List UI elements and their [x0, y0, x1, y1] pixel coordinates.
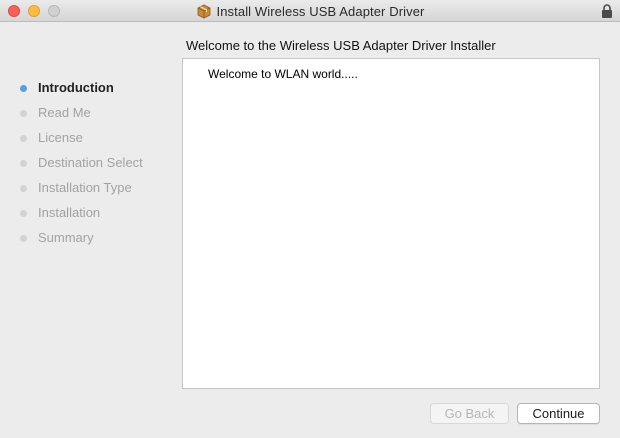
lock-icon[interactable] [601, 4, 613, 18]
step-introduction: Introduction [0, 78, 180, 98]
package-icon [196, 3, 212, 19]
step-installation: Installation [0, 203, 180, 223]
step-indicator-dot [20, 85, 27, 92]
step-label: Introduction [38, 80, 114, 95]
step-installation-type: Installation Type [0, 178, 180, 198]
step-destination-select: Destination Select [0, 153, 180, 173]
installer-window: Install Wireless USB Adapter Driver Welc… [0, 0, 620, 438]
page-heading: Welcome to the Wireless USB Adapter Driv… [186, 38, 496, 53]
step-label: License [38, 130, 83, 145]
window-title: Install Wireless USB Adapter Driver [216, 3, 425, 19]
go-back-button[interactable]: Go Back [430, 403, 509, 424]
title-bar[interactable]: Install Wireless USB Adapter Driver [0, 0, 620, 22]
step-indicator-dot [20, 160, 27, 167]
step-summary: Summary [0, 228, 180, 248]
step-indicator-dot [20, 235, 27, 242]
content-pane[interactable]: Welcome to WLAN world..... [182, 58, 600, 389]
step-license: License [0, 128, 180, 148]
step-label: Installation [38, 205, 101, 220]
step-label: Installation Type [38, 180, 132, 195]
step-indicator-dot [20, 110, 27, 117]
title-container: Install Wireless USB Adapter Driver [0, 0, 620, 22]
step-label: Summary [38, 230, 94, 245]
step-label: Destination Select [38, 155, 143, 170]
step-indicator-dot [20, 185, 27, 192]
continue-button[interactable]: Continue [517, 403, 600, 424]
step-indicator-dot [20, 210, 27, 217]
step-read-me: Read Me [0, 103, 180, 123]
step-indicator-dot [20, 135, 27, 142]
welcome-text: Welcome to WLAN world..... [208, 67, 358, 81]
step-label: Read Me [38, 105, 91, 120]
